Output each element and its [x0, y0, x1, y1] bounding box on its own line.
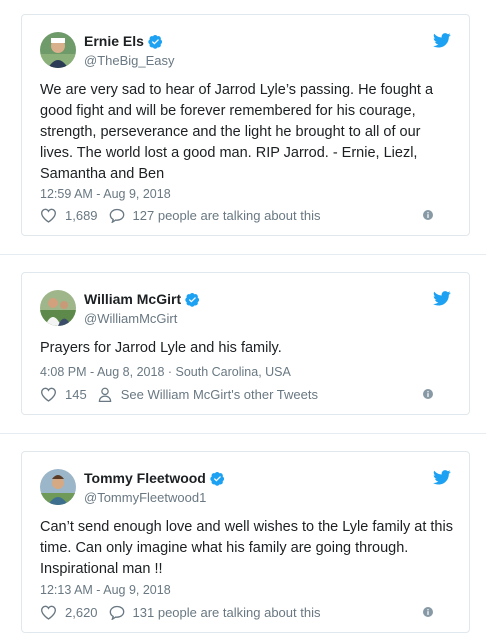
- like-count: 1,689: [65, 208, 98, 223]
- like-action[interactable]: 145: [40, 387, 87, 402]
- profile-link[interactable]: See William McGirt's other Tweets: [98, 387, 318, 402]
- avatar[interactable]: [40, 290, 76, 326]
- verified-badge-icon: [185, 292, 200, 307]
- tweet-timestamp[interactable]: 12:59 AM - Aug 9, 2018: [40, 186, 171, 202]
- twitter-bird-icon[interactable]: [433, 291, 451, 311]
- tweet-card-william-mcgirt[interactable]: William McGirt @WilliamMcGirt Prayers fo…: [21, 272, 470, 415]
- tweet-timestamp[interactable]: 4:08 PM - Aug 8, 2018 · South Carolina, …: [40, 364, 291, 380]
- avatar[interactable]: [40, 469, 76, 505]
- profile-link-text: See William McGirt's other Tweets: [120, 387, 318, 402]
- person-icon: [98, 387, 116, 402]
- verified-badge-icon: [148, 34, 163, 49]
- conversation-text: 131 people are talking about this: [132, 605, 321, 620]
- heart-icon: [40, 605, 61, 620]
- avatar[interactable]: [40, 32, 76, 68]
- conversation-text: 127 people are talking about this: [132, 208, 321, 223]
- heart-icon: [40, 208, 61, 223]
- author-handle[interactable]: @TommyFleetwood1: [84, 490, 206, 506]
- divider: [0, 433, 486, 434]
- conversation-link[interactable]: 131 people are talking about this: [109, 605, 321, 620]
- conversation-link[interactable]: 127 people are talking about this: [109, 208, 321, 223]
- author-handle[interactable]: @TheBig_Easy: [84, 53, 175, 69]
- tweet-text: Can’t send enough love and well wishes t…: [40, 519, 453, 577]
- reply-bubble-icon: [109, 208, 129, 223]
- tweet-card-ernie-els[interactable]: Ernie Els @TheBig_Easy We are very sad t…: [21, 14, 470, 236]
- tweet-timestamp[interactable]: 12:13 AM - Aug 9, 2018: [40, 582, 171, 598]
- reply-bubble-icon: [109, 605, 129, 620]
- twitter-bird-icon[interactable]: [433, 33, 451, 53]
- author-name[interactable]: William McGirt: [84, 291, 181, 308]
- author-name[interactable]: Tommy Fleetwood: [84, 470, 206, 487]
- like-action[interactable]: 2,620: [40, 605, 98, 620]
- like-action[interactable]: 1,689: [40, 208, 98, 223]
- info-icon[interactable]: [423, 387, 433, 402]
- author-name[interactable]: Ernie Els: [84, 33, 144, 50]
- info-icon[interactable]: [423, 208, 433, 223]
- tweet-text: Prayers for Jarrod Lyle and his family.: [40, 340, 282, 356]
- tweet-text: We are very sad to hear of Jarrod Lyle’s…: [40, 82, 434, 182]
- twitter-bird-icon[interactable]: [433, 470, 451, 490]
- divider: [0, 254, 486, 255]
- heart-icon: [40, 387, 61, 402]
- info-icon[interactable]: [423, 605, 433, 620]
- like-count: 145: [65, 387, 87, 402]
- author-handle[interactable]: @WilliamMcGirt: [84, 311, 177, 327]
- verified-badge-icon: [210, 471, 225, 486]
- like-count: 2,620: [65, 605, 98, 620]
- tweet-card-tommy-fleetwood[interactable]: Tommy Fleetwood @TommyFleetwood1 Can’t s…: [21, 451, 470, 633]
